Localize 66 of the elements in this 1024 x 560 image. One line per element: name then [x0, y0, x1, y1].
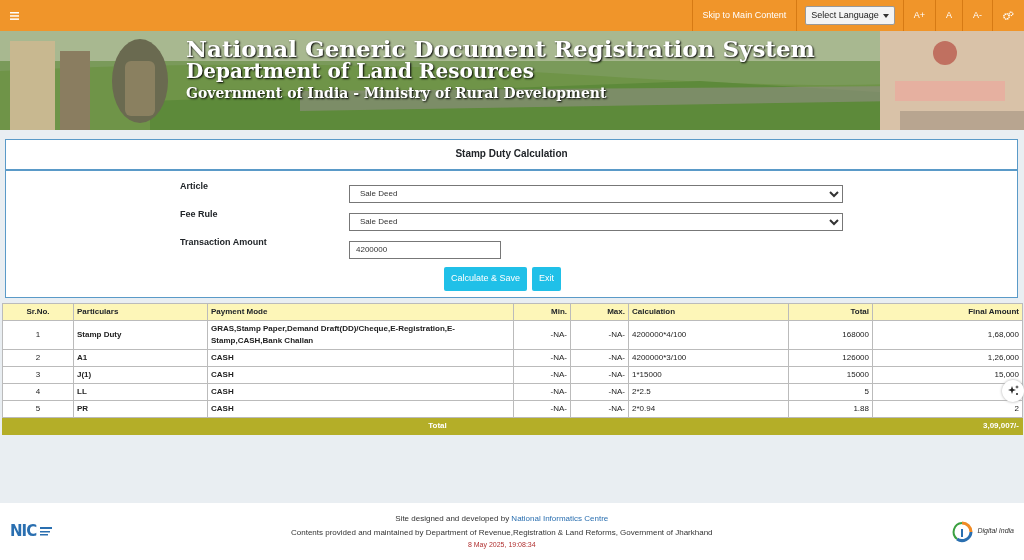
select-field[interactable]: Sale Deed [349, 184, 843, 203]
table-cell: -NA- [513, 349, 571, 366]
nic-link[interactable]: National Informatics Centre [511, 513, 609, 523]
sparkle-icon [1007, 385, 1019, 396]
table-cell: -NA- [570, 383, 629, 400]
caret-icon [882, 13, 889, 18]
table-cell: 3 [2, 366, 74, 383]
table-cell: -NA- [570, 320, 629, 349]
exit-button[interactable]: Exit [532, 267, 562, 291]
panel-heading: Stamp Duty Calculation [6, 140, 1017, 171]
table-cell: 2 [2, 349, 74, 366]
select-field[interactable]: Sale Deed [349, 212, 843, 231]
table-cell: Stamp Duty [73, 320, 208, 349]
column-header: Total [788, 303, 873, 320]
table-cell: -NA- [570, 349, 629, 366]
credit-text: Site designed and developed by National Informatics Centre [394, 512, 610, 525]
column-header: Max. [570, 303, 629, 320]
table-cell: CASH [207, 400, 514, 417]
table-cell: 1.88 [788, 400, 873, 417]
gears-icon [1003, 11, 1014, 20]
field-label: Fee Rule [180, 208, 219, 221]
language-dropdown[interactable]: Select Language [805, 5, 895, 26]
table-cell: -NA- [570, 400, 629, 417]
table-cell: 126000 [788, 349, 873, 366]
column-header: Min. [513, 303, 571, 320]
table-cell: 2*0.94 [628, 400, 789, 417]
maintained-text: Contents provided and maintained by Department of Revenue,Registration & Land Reforms, Government of Jharkhand [290, 526, 714, 539]
table-cell: -NA- [513, 400, 571, 417]
table-cell: 4 [2, 383, 74, 400]
table-cell: CASH [207, 383, 514, 400]
table-cell: LL [73, 383, 208, 400]
calculate-save-button[interactable]: Calculate & Save [443, 267, 527, 291]
table-cell: 4200000*3/100 [628, 349, 789, 366]
column-header: Sr.No. [2, 303, 74, 320]
table-cell: 1 [2, 320, 74, 349]
table-cell: -NA- [570, 366, 629, 383]
table-cell: GRAS,Stamp Paper,Demand Draft(DD)/Cheque,E-Registration,E-Stamp,CASH,Bank Challan [207, 320, 514, 349]
table-cell: A1 [73, 349, 208, 366]
table-cell: 2*2.5 [628, 383, 789, 400]
table-cell: 5 [788, 383, 873, 400]
table-cell: J(1) [73, 366, 208, 383]
table-cell: -NA- [513, 383, 571, 400]
banner-title: National Generic Document Registration System [186, 37, 815, 62]
menu-icon [10, 11, 19, 20]
table-cell: CASH [207, 349, 514, 366]
nic-logo: NIC [10, 520, 53, 543]
table-cell: CASH [207, 366, 514, 383]
table-cell: 15000 [788, 366, 873, 383]
banner-subtitle: Department of Land Resources [186, 61, 536, 83]
field-label: Article [180, 180, 209, 193]
table-cell: 168000 [788, 320, 873, 349]
table-cell: 1,68,000 [872, 320, 1023, 349]
input-field[interactable]: 4200000 [349, 240, 501, 259]
table-cell: 5 [2, 400, 74, 417]
table-cell: -NA- [513, 366, 571, 383]
table-cell: 1,26,000 [872, 349, 1023, 366]
table-cell: 1*15000 [628, 366, 789, 383]
column-header: Payment Mode [207, 303, 514, 320]
column-header: Final Amount [872, 303, 1023, 320]
field-label: Transaction Amount [180, 236, 268, 249]
table-cell: 4200000*4/100 [628, 320, 789, 349]
column-header: Particulars [73, 303, 208, 320]
table-cell: -NA- [513, 320, 571, 349]
table-cell: PR [73, 400, 208, 417]
column-header: Calculation [628, 303, 789, 320]
banner-ministry: Government of India - Ministry of Rural Development [186, 86, 608, 101]
